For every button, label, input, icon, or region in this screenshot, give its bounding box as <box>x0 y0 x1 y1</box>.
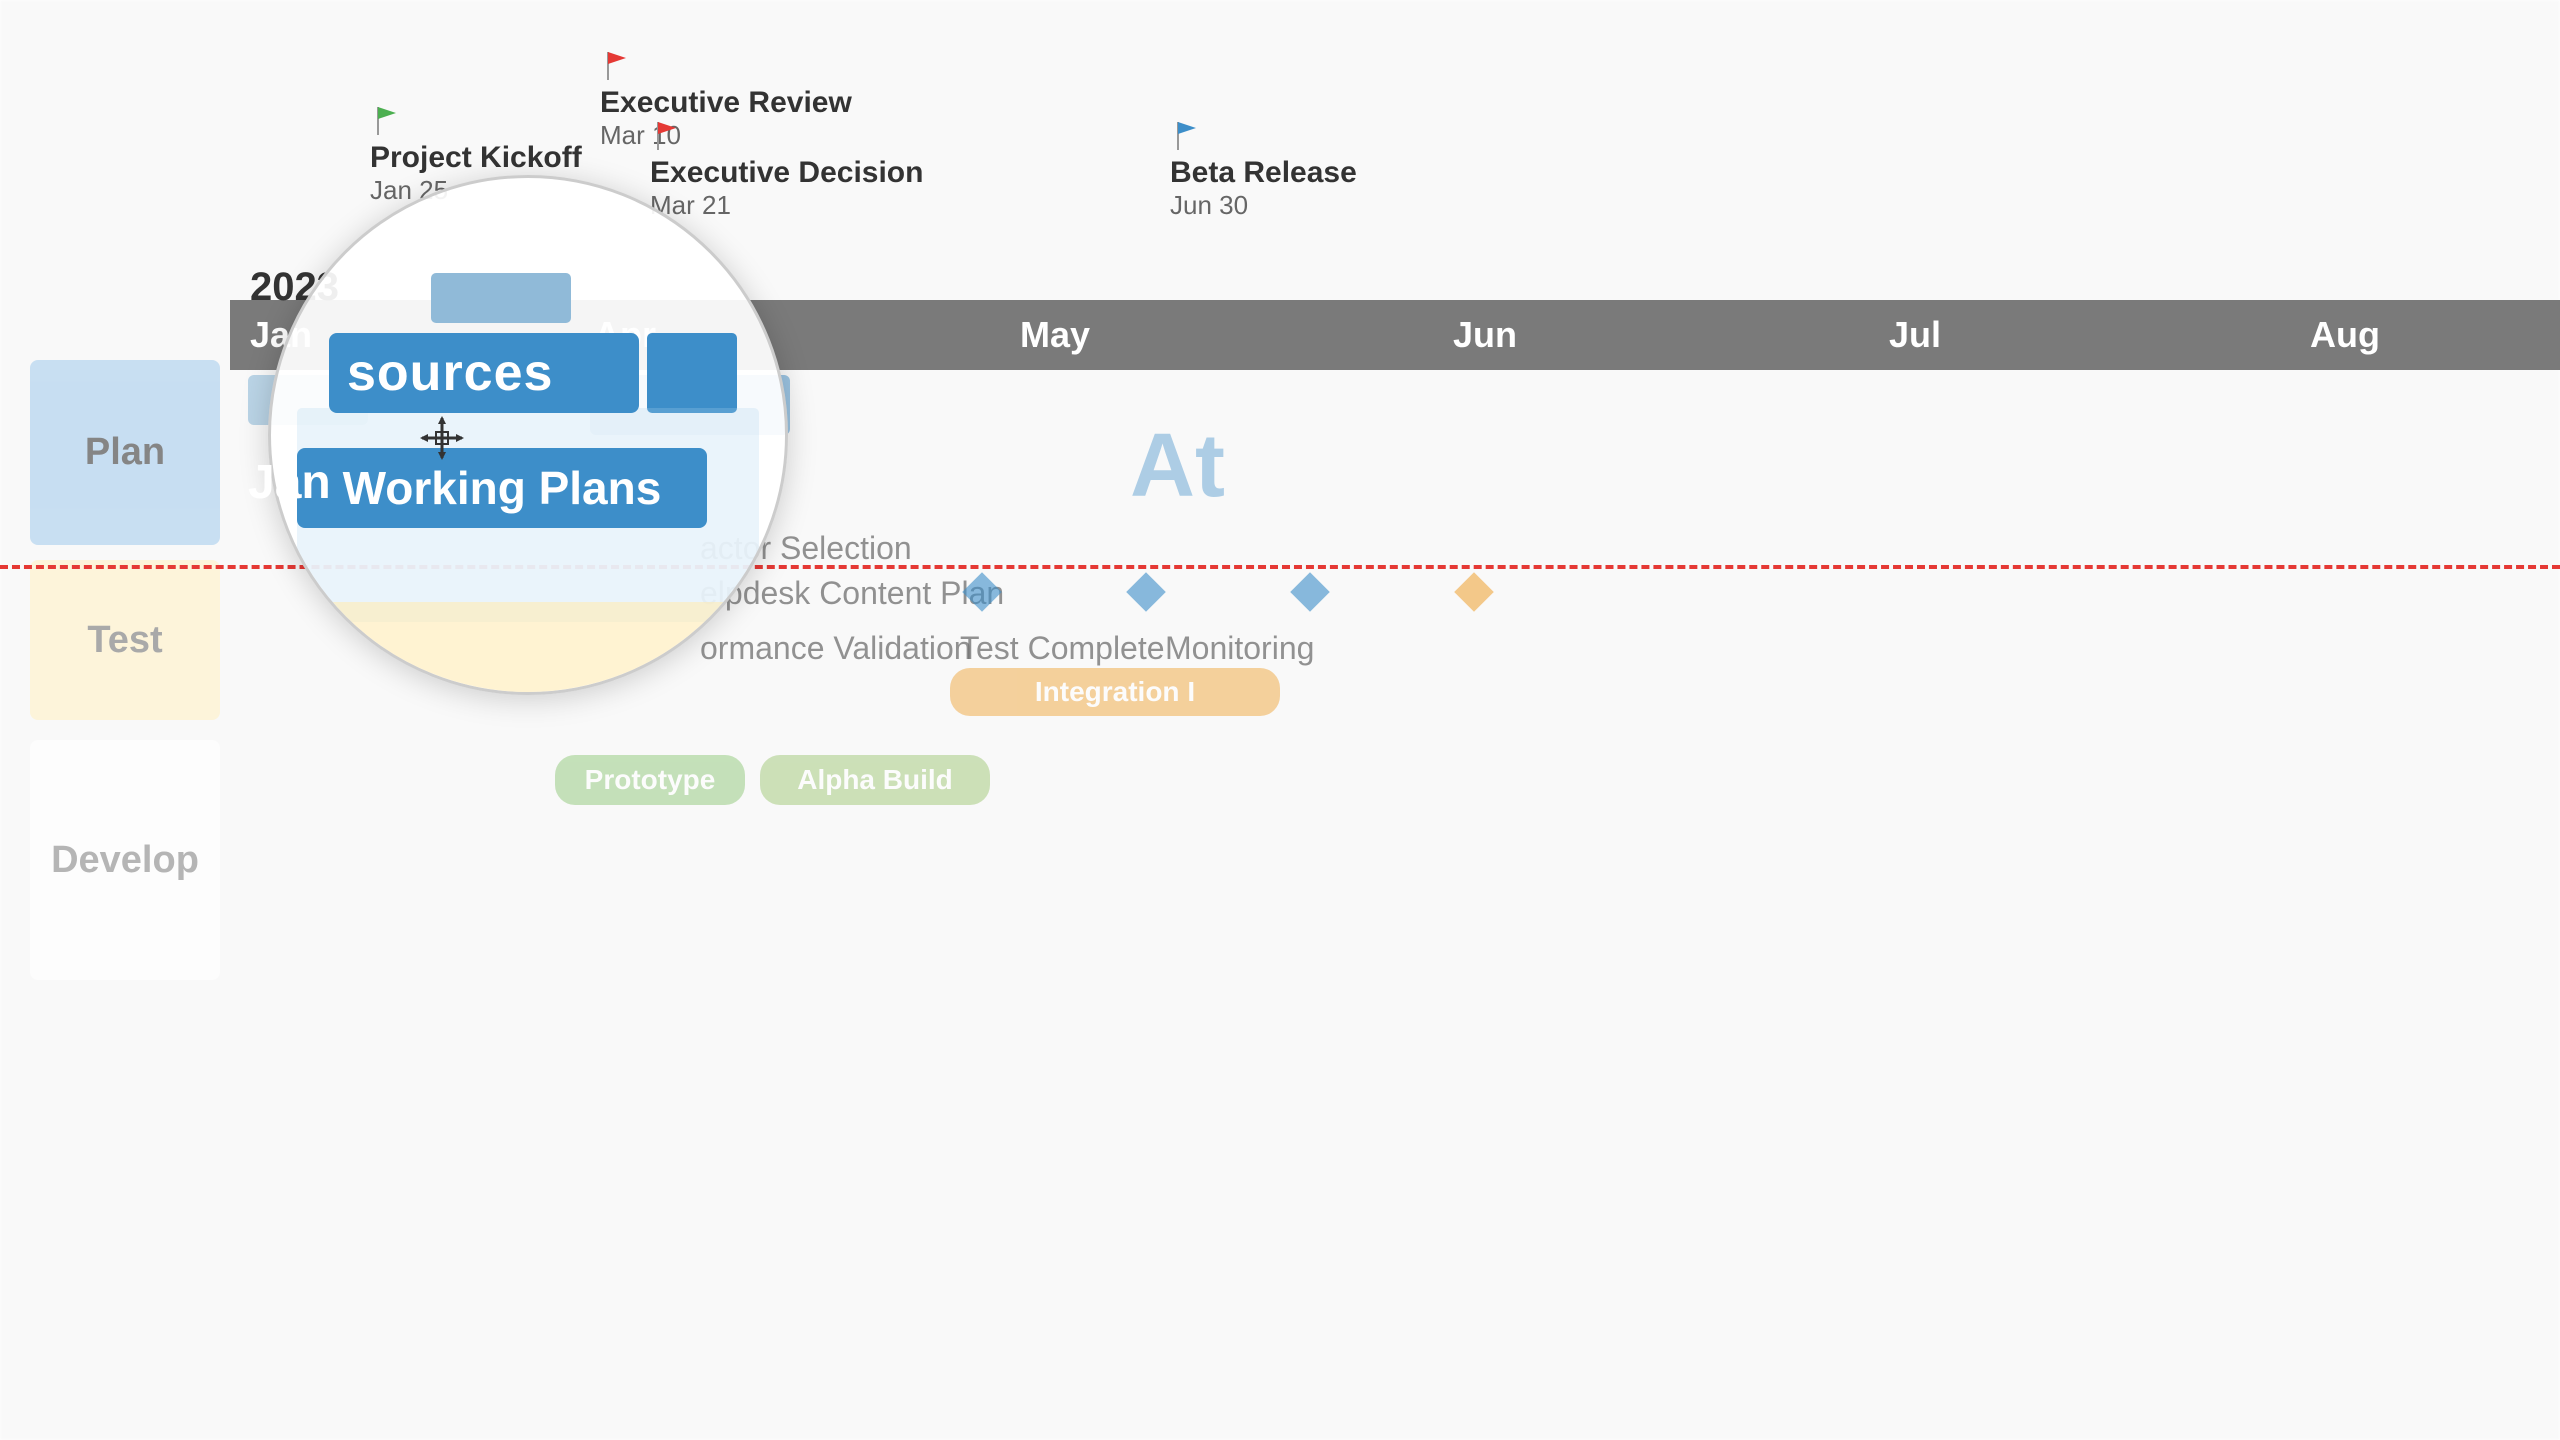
milestone-executive-review-title: Executive Review <box>600 86 852 120</box>
row-label-develop: Develop <box>30 740 220 980</box>
at-text-background: At <box>1130 415 1225 518</box>
mag-working-plans-text: Working Plans <box>343 461 662 515</box>
magnifier-circle: sources Working Plans <box>268 175 788 695</box>
flag-red-icon <box>600 50 632 82</box>
alpha-build-bar: Alpha Build <box>760 755 990 805</box>
prototype-bar: Prototype <box>555 755 745 805</box>
helpdesk-diamonds <box>960 578 1496 606</box>
month-jul: Jul <box>1700 314 2130 356</box>
alpha-build-bar-label: Alpha Build <box>797 764 953 796</box>
diamond-blue-1 <box>962 572 1002 612</box>
month-may: May <box>840 314 1270 356</box>
flag-green-icon <box>370 105 402 137</box>
prototype-bar-label: Prototype <box>585 764 716 796</box>
month-aug: Aug <box>2130 314 2560 356</box>
diamond-blue-2 <box>1126 572 1166 612</box>
milestone-project-kickoff-title: Project Kickoff <box>370 141 582 175</box>
flag-red2-icon <box>650 120 682 152</box>
milestone-beta-release-title: Beta Release <box>1170 156 1357 190</box>
flag-blue-icon <box>1170 120 1202 152</box>
mag-bar-right-blue <box>647 333 737 413</box>
integration-bar: Integration I <box>950 668 1280 716</box>
milestone-beta-release: Beta Release Jun 30 <box>1170 120 1357 221</box>
mag-yellow-area <box>321 602 735 692</box>
mag-sources-text: sources <box>347 343 553 403</box>
move-cursor-icon <box>418 414 466 472</box>
milestone-beta-release-date: Jun 30 <box>1170 190 1248 221</box>
mag-sources-bar[interactable]: sources <box>329 333 639 413</box>
row-label-plan: Plan <box>30 360 220 545</box>
diamond-orange-1 <box>1454 572 1494 612</box>
month-jun: Jun <box>1270 314 1700 356</box>
magnifier-inner: sources Working Plans <box>271 178 785 692</box>
row-label-test: Test <box>30 560 220 720</box>
integration-bar-label: Integration I <box>1035 676 1195 708</box>
mag-working-plans-bar[interactable]: Working Plans <box>297 448 707 528</box>
bg-text-test-complete: Test Complete <box>960 630 1165 667</box>
mag-bar-top-blue <box>431 273 571 323</box>
diamond-blue-3 <box>1290 572 1330 612</box>
bg-text-monitoring: Monitoring <box>1165 630 1314 667</box>
